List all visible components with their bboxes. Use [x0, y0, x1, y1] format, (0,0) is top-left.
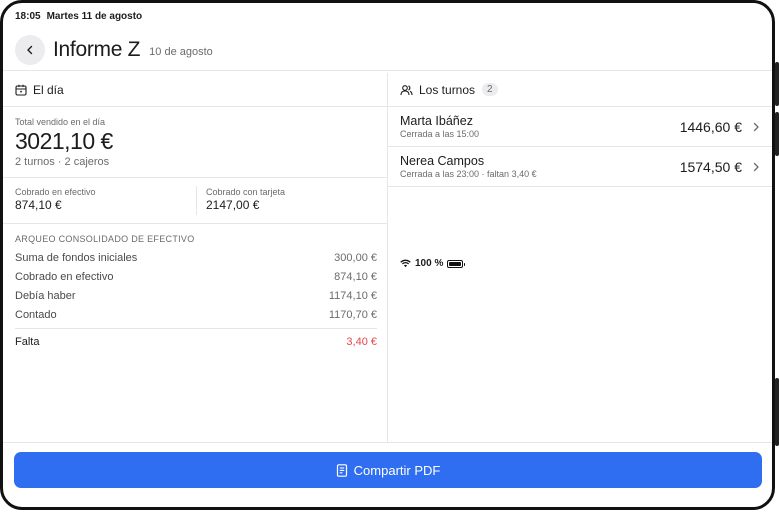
- page-subtitle: 10 de agosto: [149, 46, 213, 58]
- shifts-count-badge: 2: [482, 83, 498, 96]
- payment-split: Cobrado en efectivo 874,10 € Cobrado con…: [3, 178, 387, 224]
- card-value: 2147,00 €: [206, 198, 260, 212]
- document-icon: [336, 463, 347, 477]
- shift-meta: Cerrada a las 23:00 · faltan 3,40 €: [400, 169, 537, 179]
- shortage-value: 3,40 €: [346, 336, 377, 348]
- arqueo-row: Contado 1170,70 €: [15, 305, 377, 324]
- shift-cashier-name: Marta Ibáñez: [400, 114, 473, 128]
- card-cell: Cobrado con tarjeta 2147,00 €: [196, 186, 387, 215]
- total-sold-block: Total vendido en el día 3021,10 € 2 turn…: [3, 107, 387, 178]
- arqueo-row: Debía haber 1174,10 €: [15, 286, 377, 305]
- chevron-right-icon: [753, 122, 759, 131]
- shifts-panel: Los turnos 2 Marta Ibáñez Cerrada a las …: [388, 73, 772, 442]
- arqueo-row-value: 1174,10 €: [328, 289, 377, 302]
- card-label: Cobrado con tarjeta: [206, 187, 286, 197]
- shift-amount: 1574,50 €: [679, 158, 742, 175]
- arqueo-row-value: 1170,70 €: [328, 308, 377, 321]
- volume-down-button: [775, 112, 779, 156]
- status-time: 18:05: [15, 10, 41, 22]
- shortage-label: Falta: [15, 336, 40, 348]
- chevron-right-icon: [753, 162, 759, 171]
- shifts-section-title: Los turnos: [419, 82, 476, 97]
- arqueo-row: Cobrado en efectivo 874,10 €: [15, 267, 377, 286]
- shift-info: Nerea Campos Cerrada a las 23:00 · falta…: [400, 154, 680, 179]
- day-section-title: El día: [33, 82, 64, 97]
- users-icon: [400, 84, 413, 95]
- cash-cell: Cobrado en efectivo 874,10 €: [3, 178, 196, 223]
- header-divider: [3, 70, 772, 71]
- total-sold-sub: 2 turnos · 2 cajeros: [15, 156, 110, 168]
- day-panel: El día Total vendido en el día 3021,10 €…: [3, 73, 388, 442]
- arqueo-row-label: Suma de fondos iniciales: [15, 251, 138, 264]
- arqueo-row-value: 300,00 €: [334, 251, 377, 264]
- volume-up-button: [775, 62, 779, 106]
- back-button[interactable]: [15, 35, 45, 65]
- arqueo-row-value: 874,10 €: [334, 270, 377, 283]
- arqueo-divider: [15, 328, 377, 329]
- arqueo-row-label: Cobrado en efectivo: [15, 270, 114, 283]
- total-sold-label: Total vendido en el día: [15, 117, 106, 127]
- day-section-header: El día: [3, 73, 387, 107]
- shift-row[interactable]: Nerea Campos Cerrada a las 23:00 · falta…: [388, 147, 772, 187]
- cash-label: Cobrado en efectivo: [15, 187, 96, 197]
- footer-bar: Compartir PDF: [3, 442, 772, 507]
- chevron-left-icon: [27, 45, 33, 55]
- page-title: Informe Z: [53, 38, 141, 61]
- shift-cashier-name: Nerea Campos: [400, 154, 485, 168]
- status-date: Martes 11 de agosto: [46, 10, 143, 22]
- cash-reconciliation: ARQUEO CONSOLIDADO DE EFECTIVO Suma de f…: [3, 224, 387, 353]
- arqueo-row-label: Contado: [15, 308, 57, 321]
- tablet-frame: 18:05 Martes 11 de agosto 100 % Informe …: [0, 0, 775, 510]
- status-bar: 18:05 Martes 11 de agosto 100 %: [15, 9, 758, 269]
- power-button: [775, 378, 779, 446]
- shift-meta: Cerrada a las 15:00: [400, 129, 480, 139]
- arqueo-row-label: Debía haber: [15, 289, 76, 302]
- calendar-icon: [15, 84, 27, 96]
- total-sold-value: 3021,10 €: [15, 128, 113, 154]
- cash-value: 874,10 €: [15, 198, 62, 212]
- shift-amount: 1446,60 €: [679, 118, 742, 135]
- arqueo-row: Suma de fondos iniciales 300,00 €: [15, 248, 377, 267]
- shifts-section-header: Los turnos 2: [388, 73, 772, 107]
- shortage-row: Falta 3,40 €: [15, 331, 377, 353]
- share-pdf-label: Compartir PDF: [353, 462, 441, 478]
- shift-row[interactable]: Marta Ibáñez Cerrada a las 15:00 1446,60…: [388, 107, 772, 147]
- share-pdf-button[interactable]: Compartir PDF: [14, 452, 762, 488]
- arqueo-title: ARQUEO CONSOLIDADO DE EFECTIVO: [15, 234, 195, 244]
- shift-info: Marta Ibáñez Cerrada a las 15:00: [400, 114, 680, 139]
- page-header: Informe Z 10 de agosto: [15, 33, 213, 67]
